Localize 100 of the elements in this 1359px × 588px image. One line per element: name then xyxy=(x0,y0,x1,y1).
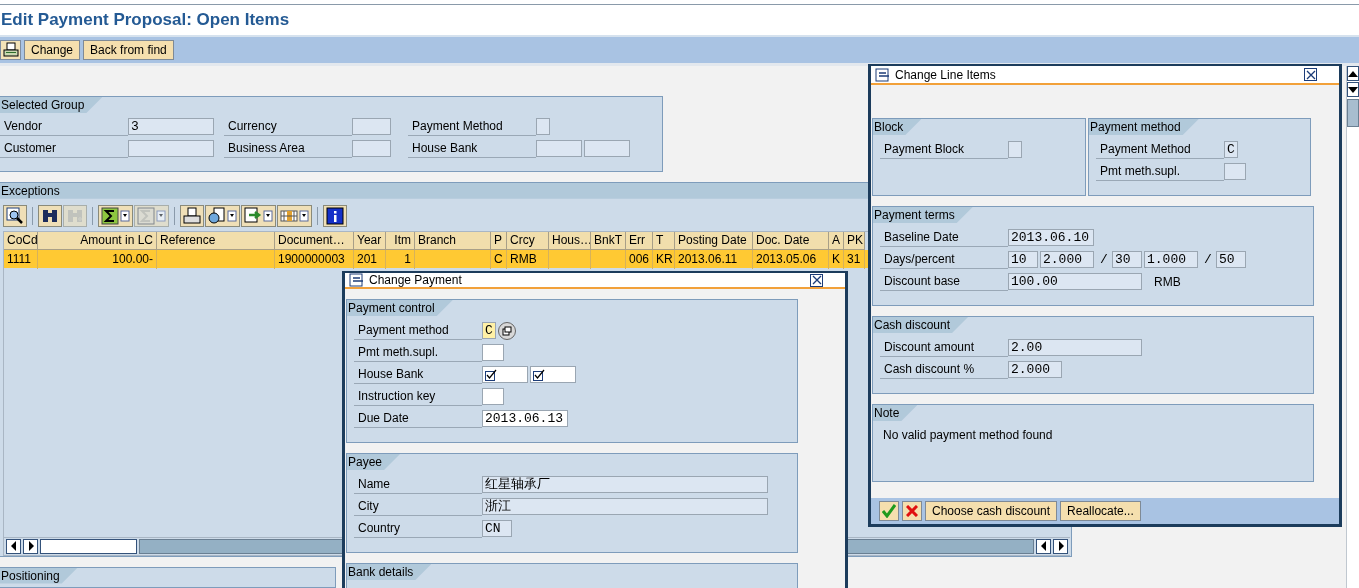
view-icon[interactable] xyxy=(205,204,240,227)
column-header[interactable]: Document… xyxy=(275,231,354,250)
input-field[interactable] xyxy=(1224,163,1246,180)
group-title: Bank details xyxy=(347,564,432,580)
input-field[interactable] xyxy=(584,140,630,157)
input-field[interactable]: 2013.06.10 xyxy=(1008,229,1094,246)
confirm-button[interactable] xyxy=(879,501,899,521)
layout-icon[interactable] xyxy=(277,204,312,227)
input-field[interactable]: 2.000 xyxy=(1040,251,1094,268)
table-cell: 1 xyxy=(404,251,411,266)
dialog-title: Change Payment xyxy=(369,273,463,287)
table-cell: 100.00- xyxy=(112,251,153,266)
input-field[interactable]: 30 xyxy=(1112,251,1142,268)
column-header[interactable]: T xyxy=(653,231,675,250)
input-field[interactable] xyxy=(352,140,391,157)
export-icon[interactable] xyxy=(241,204,276,227)
input-field[interactable]: 浙江 xyxy=(482,498,768,515)
column-header[interactable]: Itm xyxy=(386,231,415,250)
table-cell: KR xyxy=(656,251,673,266)
input-field[interactable]: 2.000 xyxy=(1008,361,1062,378)
input-field[interactable]: 红星轴承厂 xyxy=(482,476,768,493)
input-field[interactable]: 3 xyxy=(128,118,214,135)
checkbox-icon xyxy=(485,368,497,381)
input-field[interactable] xyxy=(482,366,528,383)
info-icon[interactable] xyxy=(323,204,347,227)
input-field[interactable]: 1.000 xyxy=(1144,251,1198,268)
input-field[interactable] xyxy=(1008,141,1022,158)
close-icon[interactable] xyxy=(1304,68,1317,81)
table-cell: 006 xyxy=(629,251,650,266)
table-cell: 31 xyxy=(847,251,861,266)
windows-icon xyxy=(502,325,512,336)
table-cell: 201 xyxy=(357,251,378,266)
column-header[interactable]: Doc. Date xyxy=(753,231,829,250)
input-field[interactable] xyxy=(352,118,391,135)
value-help-button[interactable] xyxy=(498,321,516,340)
dialog-button[interactable]: Reallocate... xyxy=(1060,501,1141,521)
input-field[interactable]: 50 xyxy=(1216,251,1246,268)
column-header[interactable]: CoCd xyxy=(4,231,38,250)
input-field[interactable] xyxy=(536,140,582,157)
column-header[interactable]: Hous… xyxy=(549,231,591,250)
table-cell: 2013.05.06 xyxy=(756,251,817,266)
input-field[interactable]: 2.00 xyxy=(1008,339,1142,356)
column-header[interactable]: Reference xyxy=(157,231,275,250)
dialog-title: Change Line Items xyxy=(895,67,997,82)
column-header[interactable]: Amount in LC xyxy=(38,231,157,250)
input-field[interactable]: C xyxy=(482,322,496,339)
unit-label: RMB xyxy=(1153,274,1181,289)
column-header[interactable]: Branch xyxy=(415,231,491,250)
input-field[interactable] xyxy=(536,118,550,135)
input-field[interactable] xyxy=(482,388,504,405)
vertical-scrollbar[interactable] xyxy=(1346,66,1359,588)
toolbar-button[interactable]: Back from find xyxy=(83,40,174,60)
column-header[interactable]: Posting Date xyxy=(675,231,753,250)
checkbox-icon xyxy=(533,368,545,381)
group-title: Cash discount xyxy=(873,317,969,333)
input-field[interactable]: 2013.06.13 xyxy=(482,410,568,427)
table-cell: K xyxy=(832,251,840,266)
input-field[interactable]: CN xyxy=(482,520,512,537)
input-field[interactable] xyxy=(128,140,214,157)
left-arrow-icon[interactable] xyxy=(1039,541,1048,552)
group-title: Block xyxy=(873,119,922,135)
left-arrow-icon[interactable] xyxy=(9,541,18,552)
table-cell: C xyxy=(494,251,503,266)
find-icon[interactable] xyxy=(38,204,62,227)
table-cell: 1111 xyxy=(7,251,32,266)
window-title: Edit Payment Proposal: Open Items xyxy=(0,10,290,30)
dialog-button[interactable]: Choose cash discount xyxy=(925,501,1058,521)
scroll-thumb[interactable] xyxy=(1347,99,1359,127)
group-title: Payment method xyxy=(1089,119,1199,135)
column-header[interactable]: A xyxy=(829,231,844,250)
sum-icon[interactable] xyxy=(98,204,133,227)
input-field[interactable] xyxy=(530,366,576,383)
toolbar-button[interactable]: Change xyxy=(24,40,81,60)
input-field[interactable]: 100.00 xyxy=(1008,273,1142,290)
up-arrow-icon[interactable] xyxy=(1348,70,1358,77)
input-field[interactable]: 10 xyxy=(1008,251,1038,268)
column-header[interactable]: P xyxy=(491,231,507,250)
print-icon[interactable] xyxy=(0,40,21,60)
note-text: No valid payment method found xyxy=(882,427,1054,442)
down-arrow-icon[interactable] xyxy=(1348,86,1358,93)
table-cell: RMB xyxy=(510,251,537,266)
separator-text: / xyxy=(1099,252,1109,267)
print-icon[interactable] xyxy=(180,204,204,227)
checkmark-icon xyxy=(882,504,896,518)
column-header[interactable]: Crcy xyxy=(507,231,549,250)
group-title: Payee xyxy=(347,454,401,470)
input-field[interactable] xyxy=(482,344,504,361)
input-field[interactable]: C xyxy=(1224,141,1238,158)
column-header[interactable]: Year xyxy=(354,231,386,250)
column-header[interactable]: PK xyxy=(844,231,865,250)
group-title: Payment terms xyxy=(873,207,973,223)
right-arrow-icon[interactable] xyxy=(1056,541,1065,552)
close-icon[interactable] xyxy=(810,273,823,287)
cancel-button[interactable] xyxy=(902,501,922,521)
column-header[interactable]: BnkT xyxy=(591,231,626,250)
details-icon[interactable] xyxy=(3,204,27,227)
group-title: Selected Group xyxy=(0,97,103,113)
column-header[interactable]: Err xyxy=(626,231,653,250)
table-cell: 2013.06.11 xyxy=(678,251,738,266)
right-arrow-icon[interactable] xyxy=(26,541,35,552)
